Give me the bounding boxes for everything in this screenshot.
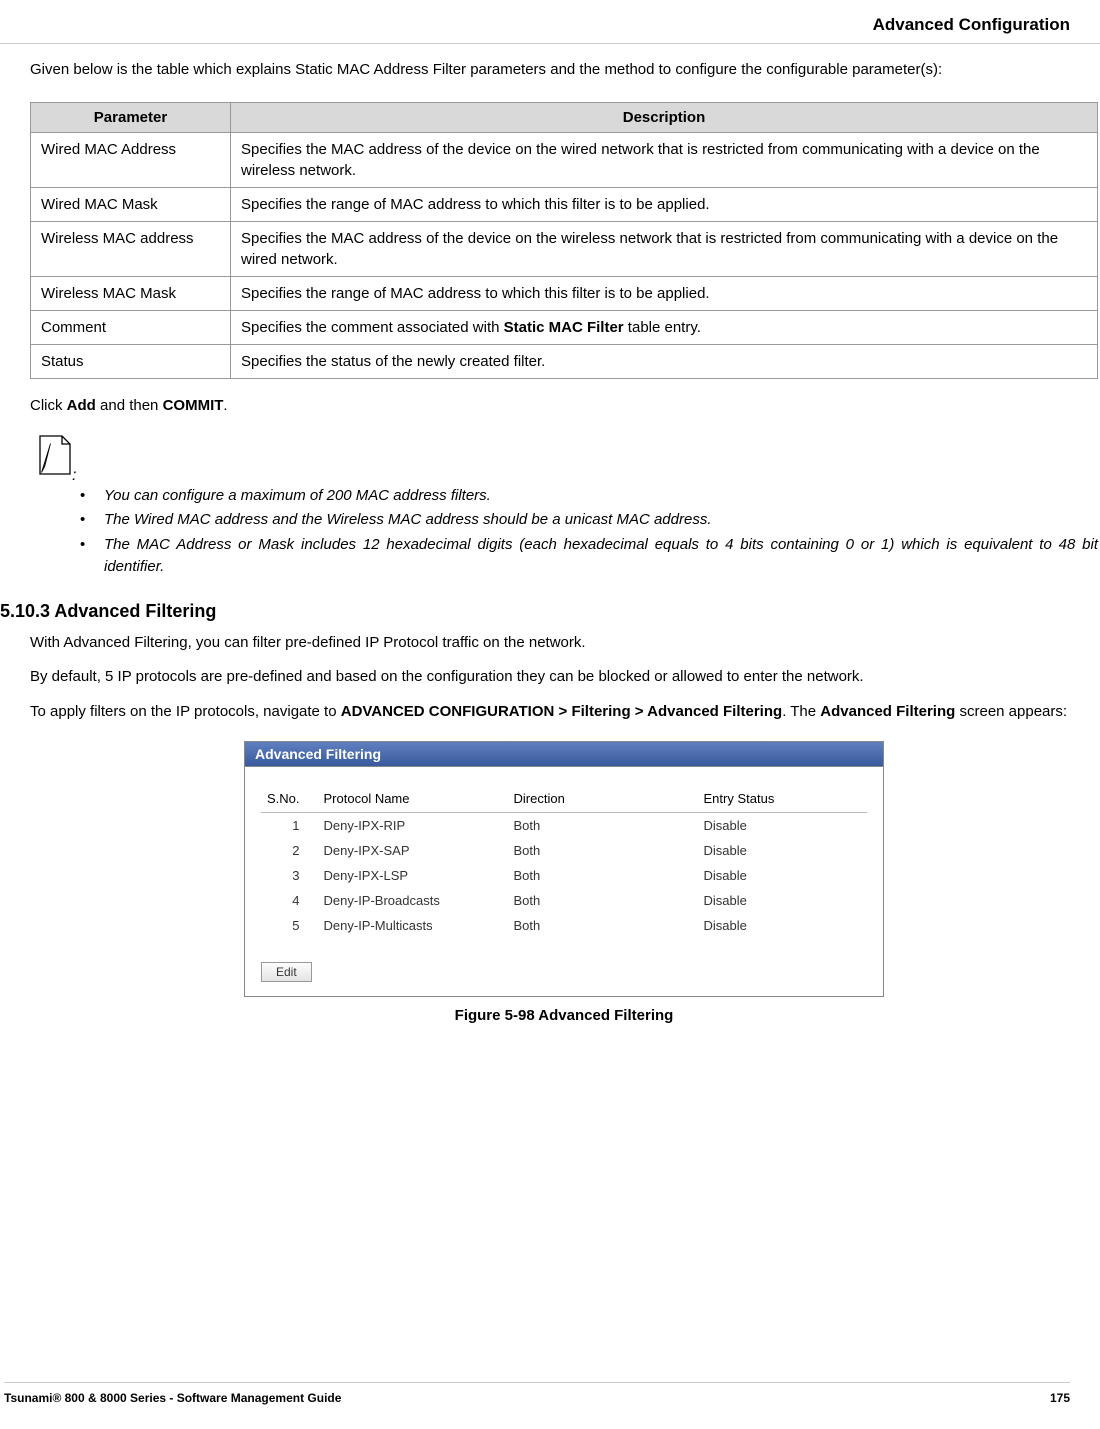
table-row: Status Specifies the status of the newly… xyxy=(31,344,1098,378)
scr-header-row: S.No. Protocol Name Direction Entry Stat… xyxy=(261,785,867,813)
th-description: Description xyxy=(231,102,1098,132)
footer-title: Tsunami® 800 & 8000 Series - Software Ma… xyxy=(4,1391,341,1405)
cell-param: Wired MAC Address xyxy=(31,132,231,187)
body-paragraph: By default, 5 IP protocols are pre-defin… xyxy=(30,666,1098,689)
cell-desc: Specifies the range of MAC address to wh… xyxy=(231,276,1098,310)
table-row: Wireless MAC Mask Specifies the range of… xyxy=(31,276,1098,310)
figure: Advanced Filtering S.No. Protocol Name D… xyxy=(30,741,1098,1024)
cell-desc: Specifies the MAC address of the device … xyxy=(231,132,1098,187)
scr-row[interactable]: 5 Deny-IP-Multicasts Both Disable xyxy=(261,913,867,938)
scr-cell-sno: 4 xyxy=(261,888,318,913)
scr-cell-status: Disable xyxy=(698,838,867,863)
screenshot-panel: Advanced Filtering S.No. Protocol Name D… xyxy=(244,741,884,997)
note-item: The MAC Address or Mask includes 12 hexa… xyxy=(80,534,1098,579)
scr-cell-dir: Both xyxy=(508,813,698,839)
scr-cell-sno: 1 xyxy=(261,813,318,839)
cell-param: Wired MAC Mask xyxy=(31,187,231,221)
body-paragraph: To apply filters on the IP protocols, na… xyxy=(30,701,1098,724)
scr-cell-status: Disable xyxy=(698,888,867,913)
parameter-table: Parameter Description Wired MAC Address … xyxy=(30,102,1098,379)
scr-cell-status: Disable xyxy=(698,863,867,888)
scr-cell-proto: Deny-IPX-RIP xyxy=(318,813,508,839)
page-content: Given below is the table which explains … xyxy=(0,44,1100,1024)
scr-cell-status: Disable xyxy=(698,813,867,839)
click-instruction: Click Add and then COMMIT. xyxy=(30,397,1098,414)
scr-row[interactable]: 2 Deny-IPX-SAP Both Disable xyxy=(261,838,867,863)
scr-row[interactable]: 1 Deny-IPX-RIP Both Disable xyxy=(261,813,867,839)
note-item: The Wired MAC address and the Wireless M… xyxy=(80,509,1098,532)
page-number: 175 xyxy=(1050,1391,1070,1405)
scr-cell-sno: 3 xyxy=(261,863,318,888)
scr-cell-proto: Deny-IPX-SAP xyxy=(318,838,508,863)
cell-desc: Specifies the comment associated with St… xyxy=(231,310,1098,344)
cell-param: Wireless MAC address xyxy=(31,221,231,276)
screenshot-table: S.No. Protocol Name Direction Entry Stat… xyxy=(261,785,867,938)
note-block: : You can configure a maximum of 200 MAC… xyxy=(30,434,1098,579)
page-footer: Tsunami® 800 & 8000 Series - Software Ma… xyxy=(4,1382,1070,1405)
scr-cell-dir: Both xyxy=(508,888,698,913)
cell-desc: Specifies the status of the newly create… xyxy=(231,344,1098,378)
scr-cell-dir: Both xyxy=(508,863,698,888)
cell-desc: Specifies the MAC address of the device … xyxy=(231,221,1098,276)
figure-caption: Figure 5-98 Advanced Filtering xyxy=(30,1007,1098,1024)
note-icon xyxy=(36,434,72,481)
table-row: Comment Specifies the comment associated… xyxy=(31,310,1098,344)
scr-cell-proto: Deny-IPX-LSP xyxy=(318,863,508,888)
page-header: Advanced Configuration xyxy=(0,0,1100,44)
th-parameter: Parameter xyxy=(31,102,231,132)
scr-th-sno: S.No. xyxy=(261,785,318,813)
scr-th-status: Entry Status xyxy=(698,785,867,813)
cell-desc: Specifies the range of MAC address to wh… xyxy=(231,187,1098,221)
note-colon: : xyxy=(72,467,76,484)
scr-cell-dir: Both xyxy=(508,838,698,863)
cell-param: Wireless MAC Mask xyxy=(31,276,231,310)
scr-cell-sno: 5 xyxy=(261,913,318,938)
cell-param: Status xyxy=(31,344,231,378)
table-row: Wireless MAC address Specifies the MAC a… xyxy=(31,221,1098,276)
scr-th-dir: Direction xyxy=(508,785,698,813)
note-item: You can configure a maximum of 200 MAC a… xyxy=(80,485,1098,508)
scr-cell-proto: Deny-IP-Broadcasts xyxy=(318,888,508,913)
scr-cell-sno: 2 xyxy=(261,838,318,863)
scr-cell-proto: Deny-IP-Multicasts xyxy=(318,913,508,938)
edit-button[interactable]: Edit xyxy=(261,962,312,982)
scr-th-proto: Protocol Name xyxy=(318,785,508,813)
cell-param: Comment xyxy=(31,310,231,344)
screenshot-body: S.No. Protocol Name Direction Entry Stat… xyxy=(245,767,883,996)
scr-cell-dir: Both xyxy=(508,913,698,938)
scr-row[interactable]: 3 Deny-IPX-LSP Both Disable xyxy=(261,863,867,888)
scr-cell-status: Disable xyxy=(698,913,867,938)
body-paragraph: With Advanced Filtering, you can filter … xyxy=(30,632,1098,655)
screenshot-title: Advanced Filtering xyxy=(245,742,883,767)
notes-list: You can configure a maximum of 200 MAC a… xyxy=(30,485,1098,579)
scr-row[interactable]: 4 Deny-IP-Broadcasts Both Disable xyxy=(261,888,867,913)
intro-paragraph: Given below is the table which explains … xyxy=(30,59,1098,82)
section-heading: 5.10.3 Advanced Filtering xyxy=(0,601,1098,622)
table-row: Wired MAC Address Specifies the MAC addr… xyxy=(31,132,1098,187)
table-row: Wired MAC Mask Specifies the range of MA… xyxy=(31,187,1098,221)
table-header-row: Parameter Description xyxy=(31,102,1098,132)
